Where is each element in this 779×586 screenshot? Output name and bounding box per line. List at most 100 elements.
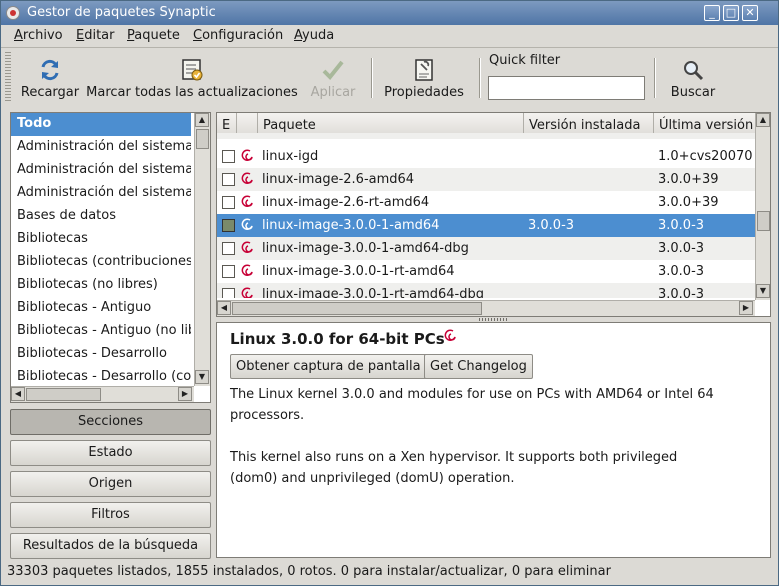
minimize-button[interactable]: _ <box>704 5 720 21</box>
properties-label: Propiedades <box>384 85 464 100</box>
sections-vertical-scrollbar[interactable]: ▲ ▼ <box>194 113 210 386</box>
section-item[interactable]: Bases de datos <box>11 205 191 228</box>
table-row[interactable]: linux-image-3.0.0-1-amd64-dbg 3.0.0-3 <box>217 237 755 260</box>
package-list-vertical-scrollbar[interactable]: ▲ ▼ <box>755 113 770 300</box>
table-row[interactable]: linux-image-3.0.0-1-rt-amd64-dbg 3.0.0-3 <box>217 283 755 298</box>
section-item[interactable]: Bibliotecas <box>11 228 191 251</box>
package-status-checkbox[interactable] <box>222 242 235 255</box>
section-item[interactable]: Bibliotecas - Desarrollo <box>11 343 191 366</box>
quick-filter-input[interactable] <box>488 76 645 100</box>
scroll-right-button[interactable]: ▶ <box>739 301 753 315</box>
package-vscroll-thumb[interactable] <box>757 211 770 231</box>
package-name: linux-image-3.0.0-1-amd64 <box>262 218 440 233</box>
debian-swirl-icon <box>241 287 253 298</box>
latest-version: 3.0.0-3 <box>658 264 705 279</box>
table-row[interactable] <box>217 133 755 139</box>
debian-swirl-icon <box>241 264 253 276</box>
section-item[interactable]: Bibliotecas (contribuciones) <box>11 251 191 274</box>
table-row[interactable]: linux-image-3.0.0-1-rt-amd64 3.0.0-3 <box>217 260 755 283</box>
window-title: Gestor de paquetes Synaptic <box>27 5 216 20</box>
search-results-button[interactable]: Resultados de la búsqueda <box>10 533 211 559</box>
debian-swirl-icon <box>241 241 253 253</box>
package-status-checkbox[interactable] <box>222 196 235 209</box>
maximize-button[interactable]: □ <box>723 5 739 21</box>
apply-button[interactable]: Aplicar <box>307 52 359 104</box>
table-row[interactable]: linux-image-2.6-rt-amd64 3.0.0+39 <box>217 191 755 214</box>
table-row[interactable]: linux-image-3.0.0-1-amd64 3.0.0-3 3.0.0-… <box>217 214 755 237</box>
debian-swirl-icon <box>241 218 253 230</box>
reload-button[interactable]: Recargar <box>19 52 81 104</box>
latest-version: 3.0.0-3 <box>658 241 705 256</box>
section-item[interactable]: Bibliotecas - Antiguo (no libres) <box>11 320 191 343</box>
debian-swirl-icon <box>241 172 253 184</box>
installed-version: 3.0.0-3 <box>528 218 575 233</box>
mark-all-upgrades-label: Marcar todas las actualizaciones <box>86 85 298 100</box>
close-button[interactable]: ✕ <box>742 5 758 21</box>
table-row[interactable]: linux-igd 1.0+cvs20070630 <box>217 145 755 168</box>
package-status-checkbox[interactable] <box>222 265 235 278</box>
package-name: linux-igd <box>262 149 319 164</box>
description-line: processors. <box>230 408 305 423</box>
scroll-up-button[interactable]: ▲ <box>195 113 209 127</box>
toolbar: Recargar Marcar todas las actualizacione… <box>1 47 778 107</box>
package-status-checkbox[interactable] <box>222 150 235 163</box>
properties-button[interactable]: Propiedades <box>381 52 467 104</box>
title-bar[interactable]: Gestor de paquetes Synaptic _ □ ✕ <box>1 1 778 25</box>
section-item[interactable]: Administración del sistema <box>11 136 191 159</box>
scroll-left-button[interactable]: ◀ <box>217 301 231 315</box>
mark-all-upgrades-button[interactable]: Marcar todas las actualizaciones <box>85 52 299 104</box>
toolbar-grip[interactable] <box>5 52 11 102</box>
section-item[interactable]: Todo <box>11 113 191 136</box>
menu-ayuda[interactable]: Ayuda <box>294 28 334 43</box>
scroll-right-button[interactable]: ▶ <box>178 387 192 401</box>
status-filter-button[interactable]: Estado <box>10 440 211 466</box>
latest-version: 3.0.0-3 <box>658 287 705 298</box>
origin-filter-button[interactable]: Origen <box>10 471 211 497</box>
section-item[interactable]: Administración del sistema <box>11 182 191 205</box>
menu-paquete[interactable]: Paquete <box>127 28 180 43</box>
debian-swirl-icon <box>444 329 456 341</box>
toolbar-separator <box>371 58 373 98</box>
custom-filters-button[interactable]: Filtros <box>10 502 211 528</box>
package-hscroll-thumb[interactable] <box>232 302 482 315</box>
get-screenshot-button[interactable]: Obtener captura de pantalla <box>230 354 427 379</box>
package-name: linux-image-3.0.0-1-rt-amd64-dbg <box>262 287 485 298</box>
sections-filter-button[interactable]: Secciones <box>10 409 211 435</box>
package-list: E Paquete Versión instalada Última versi… <box>216 112 771 317</box>
get-changelog-button[interactable]: Get Changelog <box>424 354 533 379</box>
scroll-left-button[interactable]: ◀ <box>11 387 25 401</box>
description-line: This kernel also runs on a Xen hyperviso… <box>230 450 678 465</box>
sections-vscroll-thumb[interactable] <box>196 129 209 149</box>
package-name: linux-image-3.0.0-1-rt-amd64 <box>262 264 455 279</box>
apply-check-icon <box>322 60 344 80</box>
package-list-horizontal-scrollbar[interactable]: ◀ ▶ <box>217 300 755 316</box>
table-row[interactable]: linux-image-2.6-amd64 3.0.0+39 <box>217 168 755 191</box>
pane-splitter-handle[interactable] <box>479 318 509 321</box>
sections-list: Todo Administración del sistema Administ… <box>10 112 211 403</box>
menu-archivo[interactable]: Archivo <box>14 28 63 43</box>
search-button[interactable]: Buscar <box>665 52 721 104</box>
latest-version: 3.0.0-3 <box>658 218 705 233</box>
latest-version: 3.0.0+39 <box>658 195 719 210</box>
menu-configuracion[interactable]: Configuración <box>193 28 283 43</box>
toolbar-separator <box>479 58 481 98</box>
scroll-up-button[interactable]: ▲ <box>756 113 770 127</box>
package-status-checkbox[interactable] <box>222 288 235 298</box>
sections-horizontal-scrollbar[interactable]: ◀ ▶ <box>11 386 194 402</box>
sections-hscroll-thumb[interactable] <box>26 388 101 401</box>
quick-filter-label: Quick filter <box>489 53 561 68</box>
scroll-down-button[interactable]: ▼ <box>195 370 209 384</box>
package-status-checkbox[interactable] <box>222 219 235 232</box>
package-status-checkbox[interactable] <box>222 173 235 186</box>
section-item[interactable]: Bibliotecas (no libres) <box>11 274 191 297</box>
package-name: linux-image-2.6-amd64 <box>262 172 415 187</box>
search-icon <box>684 61 704 81</box>
scroll-down-button[interactable]: ▼ <box>756 284 770 298</box>
latest-version: 3.0.0+39 <box>658 172 719 187</box>
description-line: The Linux kernel 3.0.0 and modules for u… <box>230 387 714 402</box>
menu-editar[interactable]: Editar <box>76 28 115 43</box>
section-item[interactable]: Administración del sistema <box>11 159 191 182</box>
menu-bar: Archivo Editar Paquete Configuración Ayu… <box>1 25 778 47</box>
synaptic-app-icon[interactable] <box>6 6 20 20</box>
section-item[interactable]: Bibliotecas - Antiguo <box>11 297 191 320</box>
